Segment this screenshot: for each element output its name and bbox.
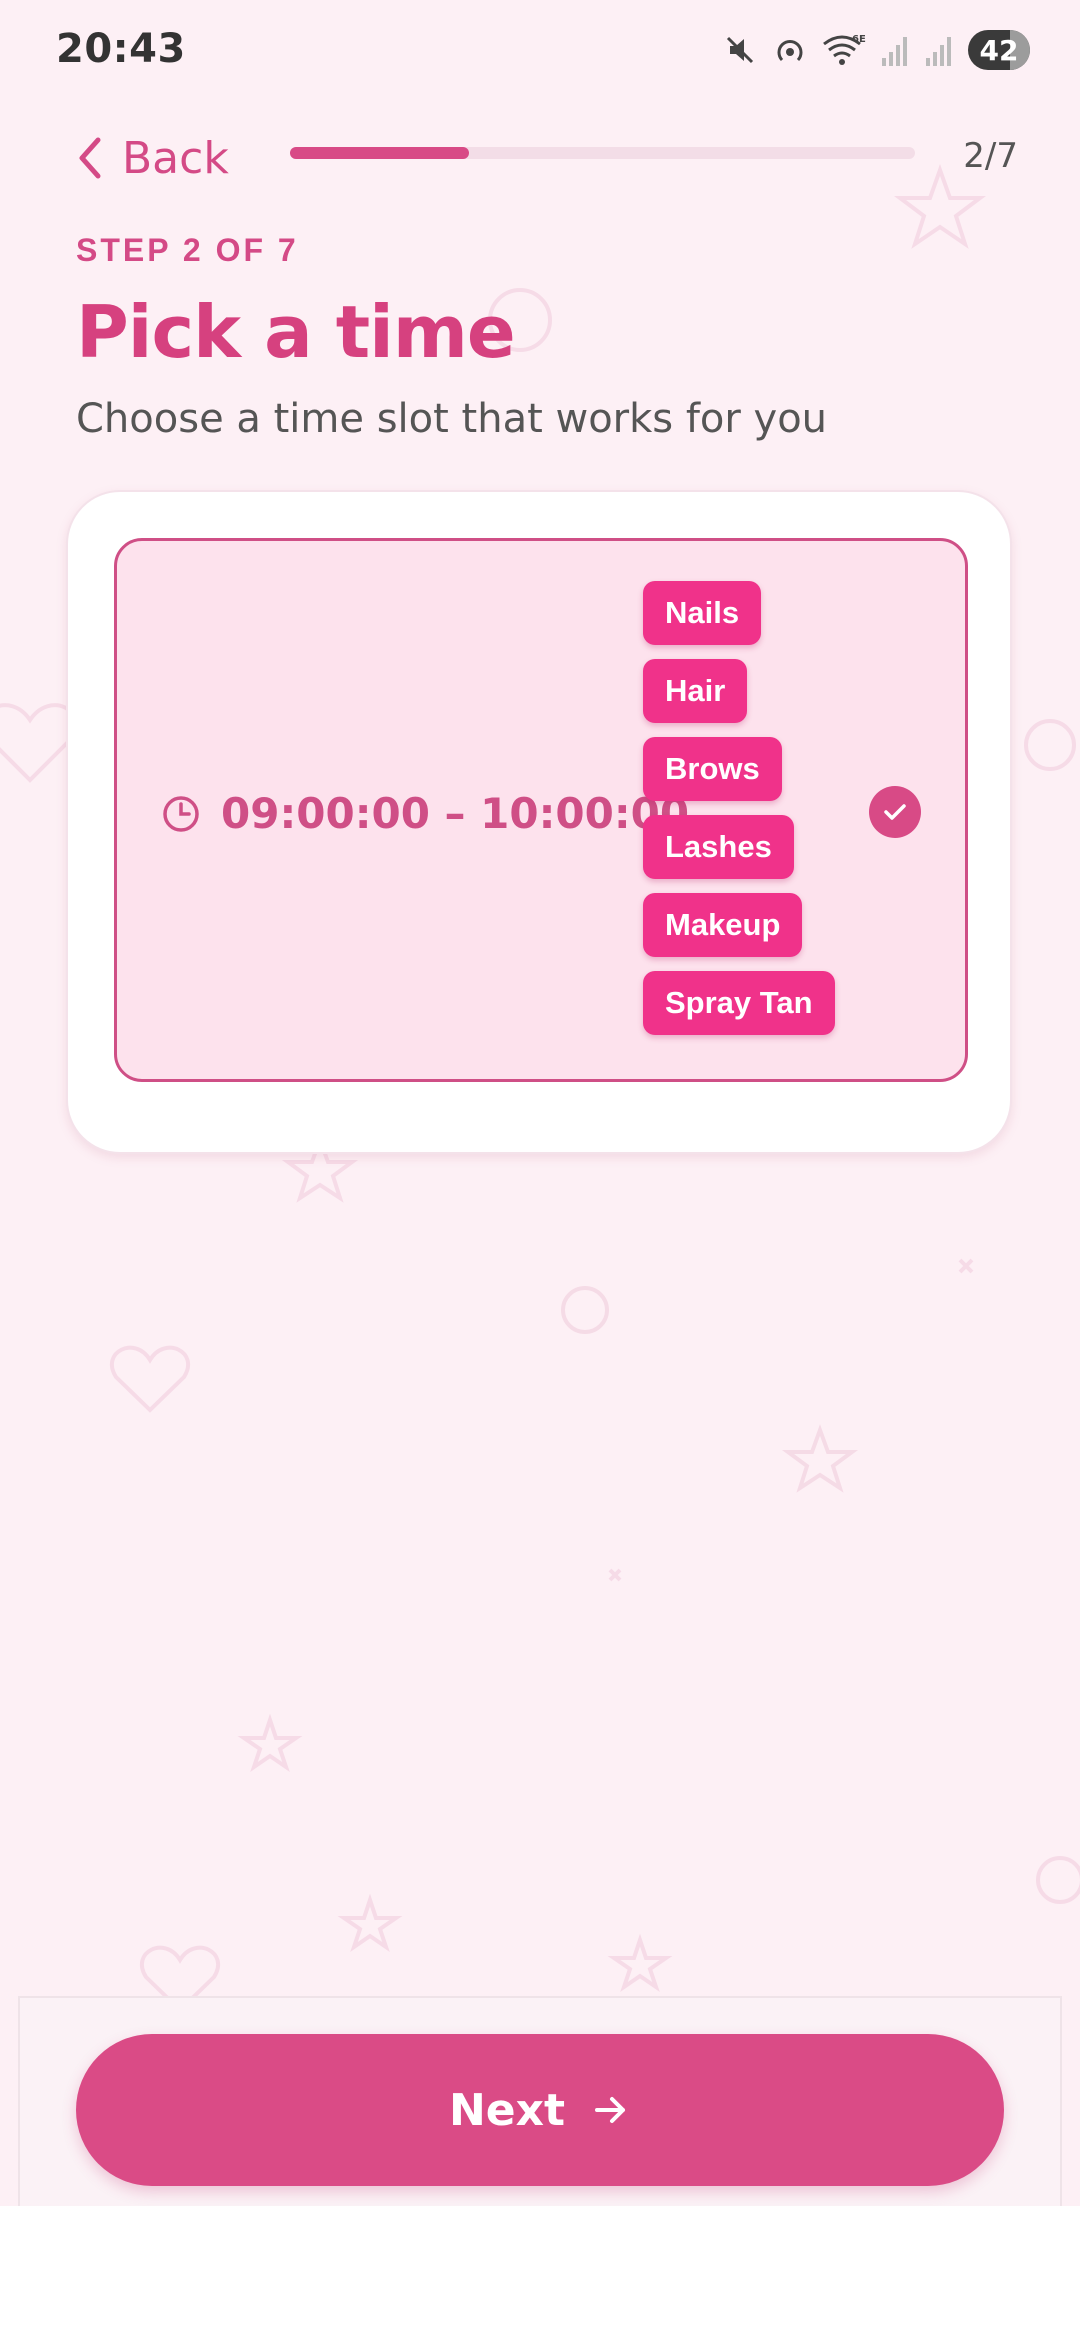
progress-bar bbox=[290, 147, 915, 159]
page-title: Pick a time bbox=[76, 290, 516, 374]
service-tag: Makeup bbox=[643, 893, 803, 957]
next-label: Next bbox=[448, 2084, 566, 2136]
battery-level: 42 bbox=[979, 33, 1019, 67]
arrow-right-icon bbox=[595, 2097, 626, 2123]
step-label: STEP 2 OF 7 bbox=[76, 232, 299, 268]
signal-icon bbox=[882, 37, 907, 66]
clock-icon bbox=[163, 795, 199, 832]
mute-icon bbox=[726, 36, 754, 64]
hotspot-icon bbox=[777, 40, 803, 62]
status-time: 20:43 bbox=[56, 26, 186, 72]
step-counter: 2/7 bbox=[963, 136, 1018, 176]
battery-indicator: 42 bbox=[968, 30, 1030, 70]
next-button[interactable]: Next bbox=[76, 2034, 1004, 2186]
chevron-left-icon bbox=[79, 137, 101, 179]
time-slot-option[interactable]: 09:00:00 – 10:00:00 Nails Hair Brows Las… bbox=[114, 538, 968, 1082]
time-slot-card: 09:00:00 – 10:00:00 Nails Hair Brows Las… bbox=[66, 490, 1012, 1154]
status-icons: 6E 42 bbox=[722, 30, 1030, 70]
service-tag: Brows bbox=[643, 737, 782, 801]
service-tag: Spray Tan bbox=[643, 971, 835, 1035]
selected-check-icon bbox=[869, 786, 921, 838]
progress-fill bbox=[290, 147, 469, 159]
svg-text:6E: 6E bbox=[852, 34, 866, 45]
system-nav-area bbox=[0, 2206, 1080, 2340]
slot-time: 09:00:00 – 10:00:00 bbox=[161, 789, 689, 838]
service-tag: Hair bbox=[643, 659, 748, 723]
back-button[interactable]: Back bbox=[76, 128, 229, 188]
service-tag: Nails bbox=[643, 581, 762, 645]
slot-time-range: 09:00:00 – 10:00:00 bbox=[221, 789, 690, 838]
wifi-6e-icon: 6E bbox=[823, 34, 866, 65]
service-tag: Lashes bbox=[643, 815, 794, 879]
page-subtitle: Choose a time slot that works for you bbox=[76, 396, 828, 442]
status-bar: 20:43 6E 42 bbox=[0, 0, 1080, 100]
signal-icon bbox=[926, 37, 951, 66]
service-tags: Nails Hair Brows Lashes Makeup Spray Tan bbox=[643, 581, 835, 1035]
back-label: Back bbox=[122, 132, 229, 184]
